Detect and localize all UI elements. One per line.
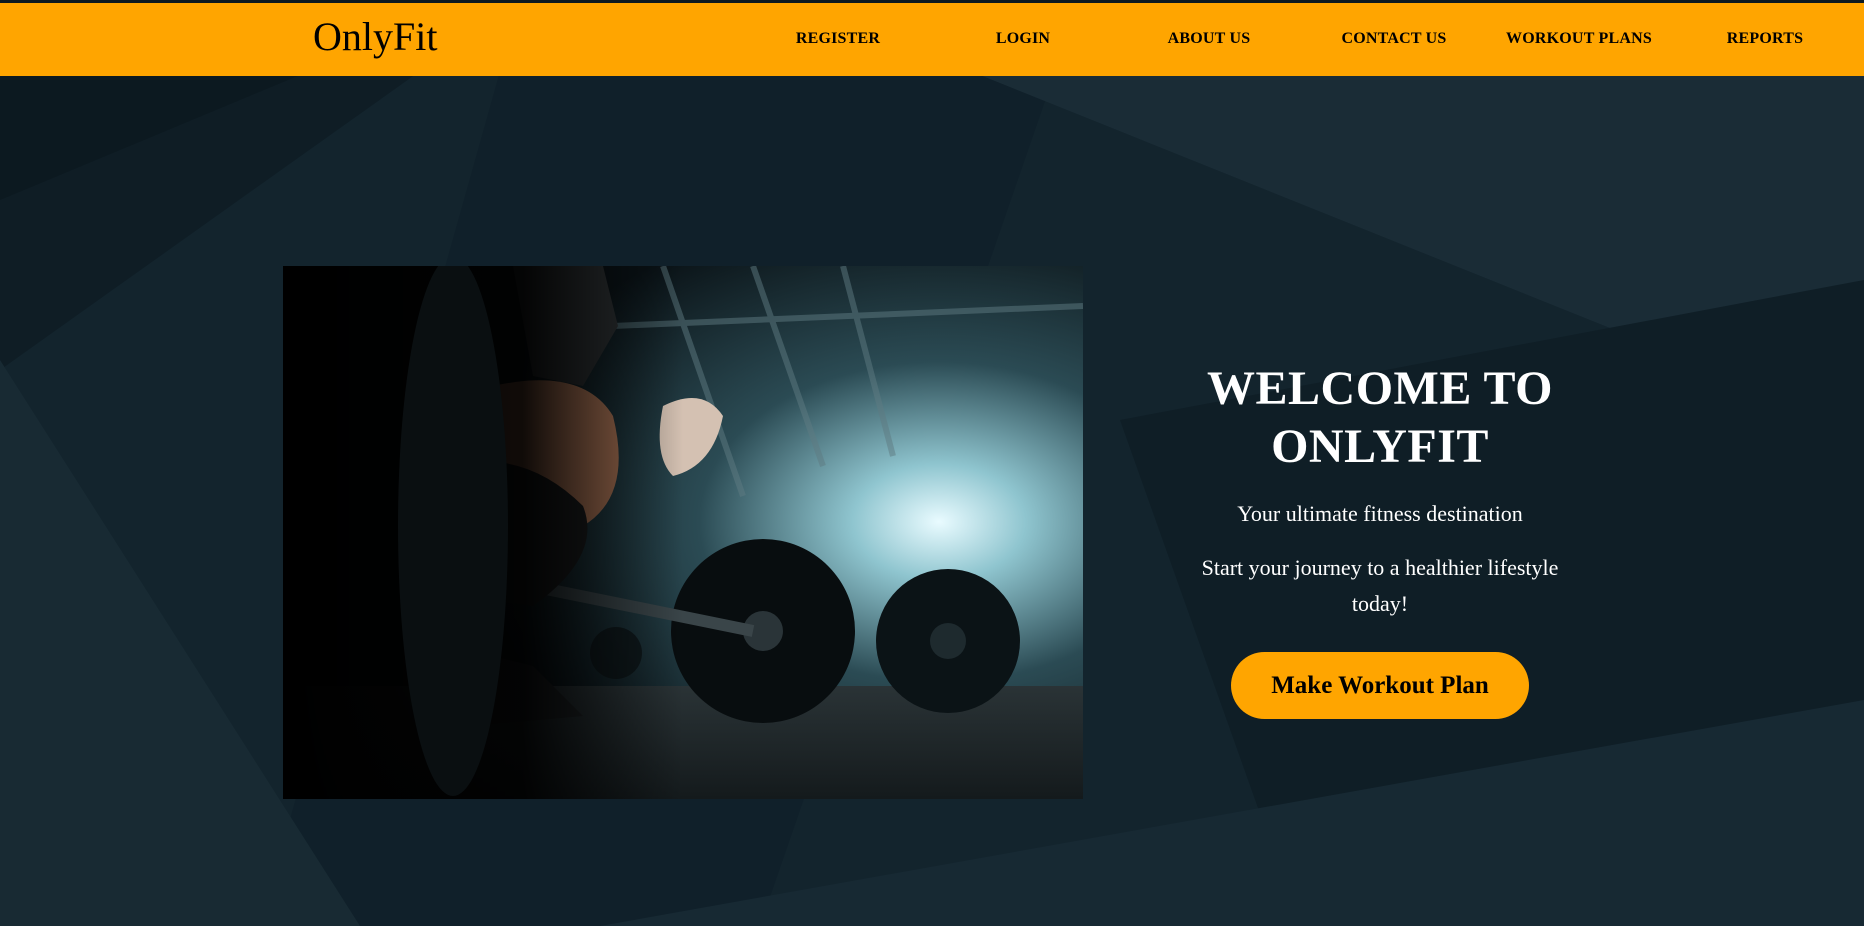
hero-tagline: Start your journey to a healthier lifest… (1201, 555, 1559, 616)
nav-workout-plans-link[interactable]: WORKOUT PLANS (1487, 30, 1671, 48)
make-workout-plan-button[interactable]: Make Workout Plan (1231, 652, 1529, 719)
hero-text: WELCOME TO ONLYFIT Your ultimate fitness… (1150, 360, 1610, 719)
top-navbar: OnlyFit REGISTER LOGIN ABOUT US CONTACT … (0, 3, 1864, 76)
hero-gym-image (283, 266, 1083, 799)
nav-register-link[interactable]: REGISTER (746, 30, 930, 48)
hero-title-line-2: ONLYFIT (1271, 420, 1489, 473)
nav-contact-us-link[interactable]: CONTACT US (1302, 30, 1486, 48)
nav-login-link[interactable]: LOGIN (931, 30, 1115, 48)
hero-title-line-1: WELCOME TO (1207, 362, 1553, 415)
hero-subtitle: Your ultimate fitness destination (1237, 501, 1523, 526)
nav-reports-link[interactable]: REPORTS (1673, 30, 1857, 48)
hero-title: WELCOME TO ONLYFIT (1150, 360, 1610, 476)
nav-about-us-link[interactable]: ABOUT US (1117, 30, 1301, 48)
main-nav: REGISTER LOGIN ABOUT US CONTACT US WORKO… (0, 3, 1864, 76)
